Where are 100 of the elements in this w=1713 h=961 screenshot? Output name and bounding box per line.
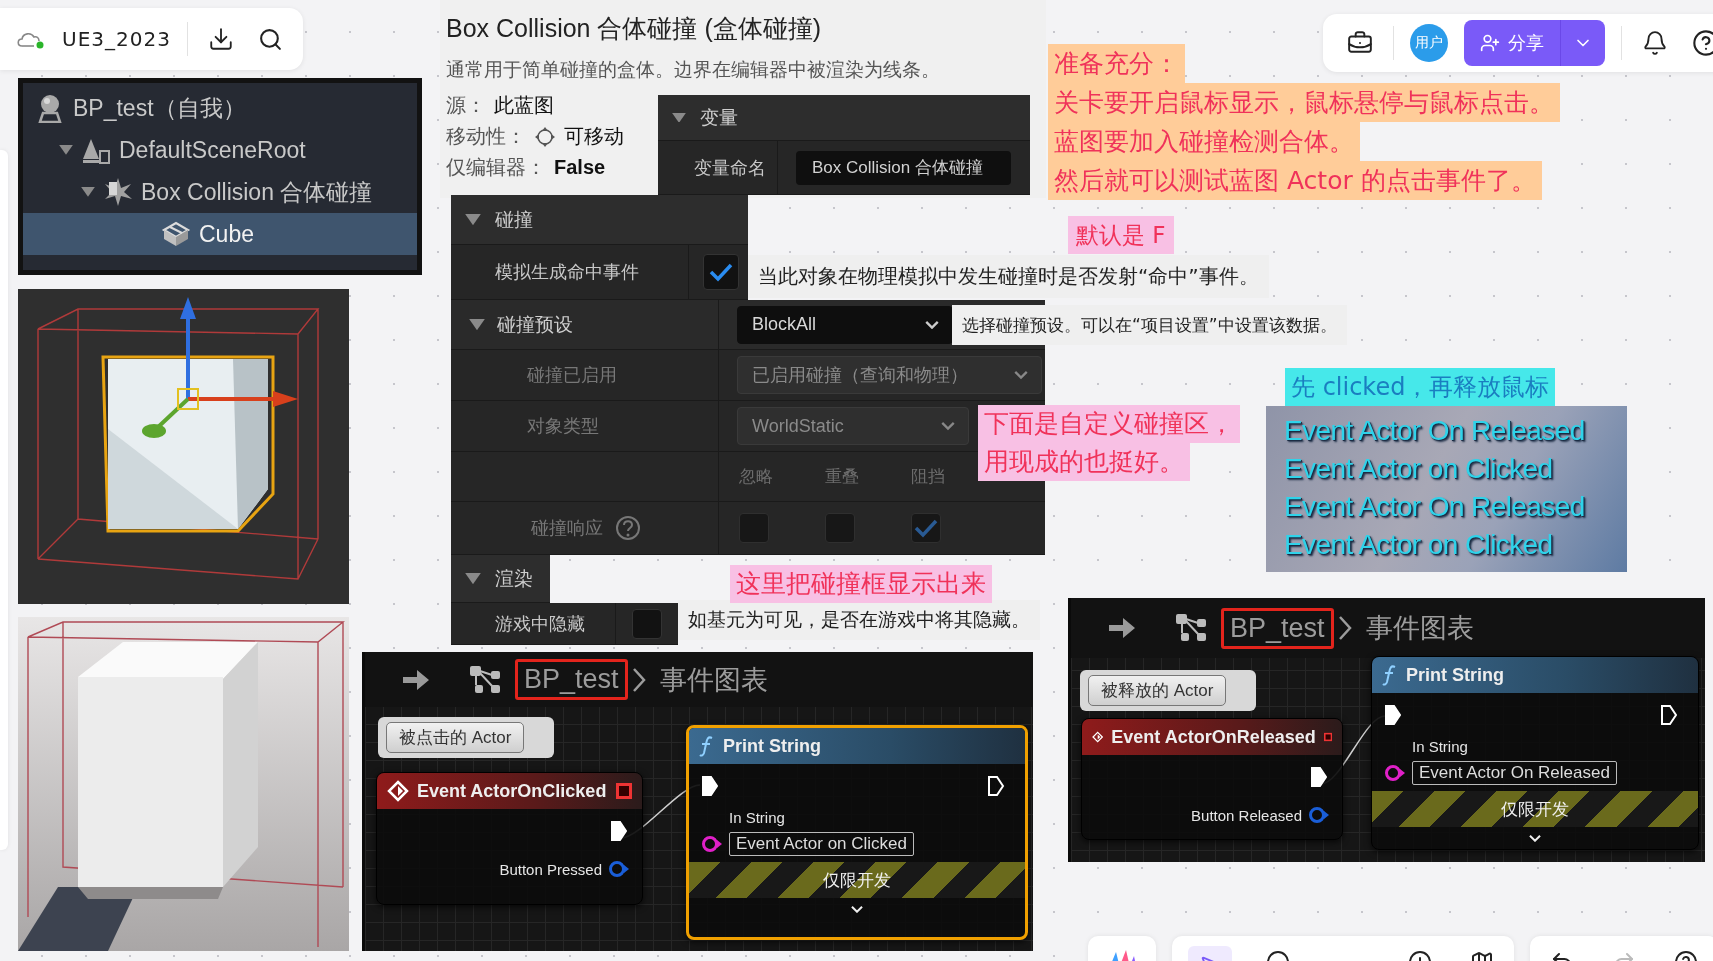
comment-text: 被点击的 Actor: [386, 722, 525, 753]
property-label: 游戏中隐藏: [495, 611, 585, 636]
exec-pin-icon[interactable]: [610, 820, 628, 842]
chevron-right-icon: [631, 666, 646, 693]
property-label: 碰撞已启用: [527, 363, 617, 387]
cube-icon: [161, 219, 191, 249]
string-value-field[interactable]: Event Actor On Released: [1412, 761, 1617, 785]
print-string-node[interactable]: Print String In String Event Actor On Released 仅限开发: [1371, 656, 1699, 850]
check-icon: [913, 518, 939, 538]
tree-row[interactable]: Box Collision 合体碰撞: [23, 171, 417, 213]
node-title: Event ActorOnReleased: [1111, 726, 1316, 748]
field-label: 移动性：: [446, 123, 526, 150]
section-title: 渲染: [495, 565, 533, 591]
field-label: 源：: [446, 92, 486, 119]
section-title: 变量: [700, 104, 738, 130]
expand-arrow-icon[interactable]: [672, 112, 686, 123]
tree-row[interactable]: Cube: [23, 213, 417, 255]
event-line: Event Actor on Clicked: [1284, 528, 1553, 562]
graph-name: 事件图表: [1365, 611, 1474, 645]
tree-row[interactable]: DefaultSceneRoot: [23, 129, 417, 171]
breadcrumb-link[interactable]: BP_test: [515, 659, 628, 700]
event-diamond-icon: [387, 780, 409, 802]
component-title: Box Collision 合体碰撞 (盒体碰撞): [446, 12, 823, 44]
expand-arrow-icon[interactable]: [469, 318, 485, 331]
delegate-pin-icon[interactable]: [616, 783, 632, 799]
section-title: 碰撞: [495, 206, 533, 232]
event-node[interactable]: Event ActorOnClicked Button Pressed: [376, 772, 643, 905]
file-name: UE3_2023: [62, 27, 171, 51]
expand-arrow-icon[interactable]: [465, 213, 481, 226]
data-pin-icon[interactable]: [1308, 806, 1330, 824]
tree-label: BP_test（自我）: [73, 93, 246, 123]
exec-pin-icon[interactable]: [701, 775, 719, 797]
exec-pin-icon[interactable]: [1384, 704, 1402, 726]
field-value: 此蓝图: [494, 93, 554, 118]
value-dropdown[interactable]: WorldStatic: [737, 407, 969, 445]
component-description: 通常用于简单碰撞的盒体。边界在编辑器中被渲染为线条。: [446, 57, 941, 82]
tree-label: Cube: [199, 220, 254, 248]
data-pin-icon[interactable]: [608, 860, 630, 878]
check-icon: [708, 262, 734, 282]
node-title: Print String: [1406, 664, 1505, 686]
tree-row[interactable]: BP_test（自我）: [23, 87, 417, 129]
checkbox[interactable]: [911, 513, 941, 543]
node-title: Event ActorOnClicked: [417, 780, 608, 802]
function-icon: [1382, 664, 1398, 686]
field-value: 可移动: [564, 124, 624, 149]
pin-label: Button Pressed: [499, 860, 602, 878]
event-line: Event Actor On Released: [1284, 490, 1585, 524]
event-line: Event Actor On Released: [1284, 414, 1585, 448]
tree-label: Box Collision 合体碰撞: [141, 177, 373, 207]
property-label: 碰撞响应: [531, 516, 603, 540]
graph-name: 事件图表: [659, 662, 768, 697]
tooltip: 当此对象在物理模拟中发生碰撞时是否发射“命中”事件。: [748, 255, 1269, 298]
pin-label: Button Released: [1191, 806, 1302, 824]
section-title: 碰撞预设: [497, 311, 573, 337]
exec-pin-icon[interactable]: [1310, 766, 1328, 788]
preset-dropdown[interactable]: BlockAll: [737, 305, 953, 344]
expand-arrow-icon[interactable]: [465, 572, 481, 585]
arrow-right-icon[interactable]: [401, 667, 431, 692]
move-icon: [534, 125, 556, 148]
arrow-right-icon[interactable]: [1107, 616, 1137, 640]
variable-name-field[interactable]: Box Collision 合体碰撞: [796, 150, 1011, 185]
tooltip: 选择碰撞预设。可以在“项目设置”中设置该数据。: [952, 305, 1347, 345]
burst-icon: [103, 177, 133, 207]
comment-text: 被释放的 Actor: [1088, 675, 1227, 706]
data-pin-icon[interactable]: [701, 835, 723, 853]
field-value: False: [554, 156, 606, 179]
chevron-down-icon[interactable]: [924, 319, 940, 330]
graph-icon: [469, 664, 501, 695]
checkbox[interactable]: [703, 254, 739, 290]
pin-label: In String: [1412, 737, 1468, 755]
print-string-node[interactable]: Print String In String Event Actor on Clicked 仅限开发: [686, 725, 1028, 940]
data-pin-icon[interactable]: [1384, 764, 1406, 782]
string-value-field[interactable]: Event Actor on Clicked: [729, 832, 915, 856]
property-label: 变量命名: [694, 155, 766, 180]
checkbox[interactable]: [632, 608, 662, 639]
exec-pin-icon[interactable]: [987, 775, 1005, 797]
column-header: 重叠: [825, 465, 859, 488]
band-label: 仅限开发: [1501, 797, 1569, 821]
checkbox[interactable]: [825, 513, 855, 543]
value-dropdown[interactable]: 已启用碰撞（查询和物理）: [737, 356, 1042, 394]
event-line: Event Actor on Clicked: [1284, 452, 1553, 486]
graph-icon: [1175, 613, 1207, 643]
checkbox[interactable]: [739, 513, 769, 543]
column-header: 阻挡: [911, 465, 945, 488]
column-header: 忽略: [739, 465, 773, 488]
function-icon: [699, 735, 715, 757]
property-label: 对象类型: [527, 414, 599, 438]
tooltip: 如基元为可见，是否在游戏中将其隐藏。: [678, 600, 1040, 640]
node-title: Print String: [723, 735, 822, 757]
field-label: 仅编辑器：: [446, 154, 546, 181]
band-label: 仅限开发: [823, 868, 891, 892]
tree-label: DefaultSceneRoot: [119, 136, 306, 164]
exec-pin-icon[interactable]: [1660, 704, 1678, 726]
expand-arrow-icon[interactable]: [59, 145, 73, 155]
property-label: 模拟生成命中事件: [495, 260, 639, 284]
expand-arrow-icon[interactable]: [81, 187, 95, 197]
breadcrumb-link[interactable]: BP_test: [1221, 607, 1334, 649]
event-node[interactable]: Event ActorOnReleased Button Released: [1081, 718, 1343, 840]
user-plus-icon: [1480, 33, 1500, 53]
chevron-right-icon: [1337, 615, 1352, 641]
